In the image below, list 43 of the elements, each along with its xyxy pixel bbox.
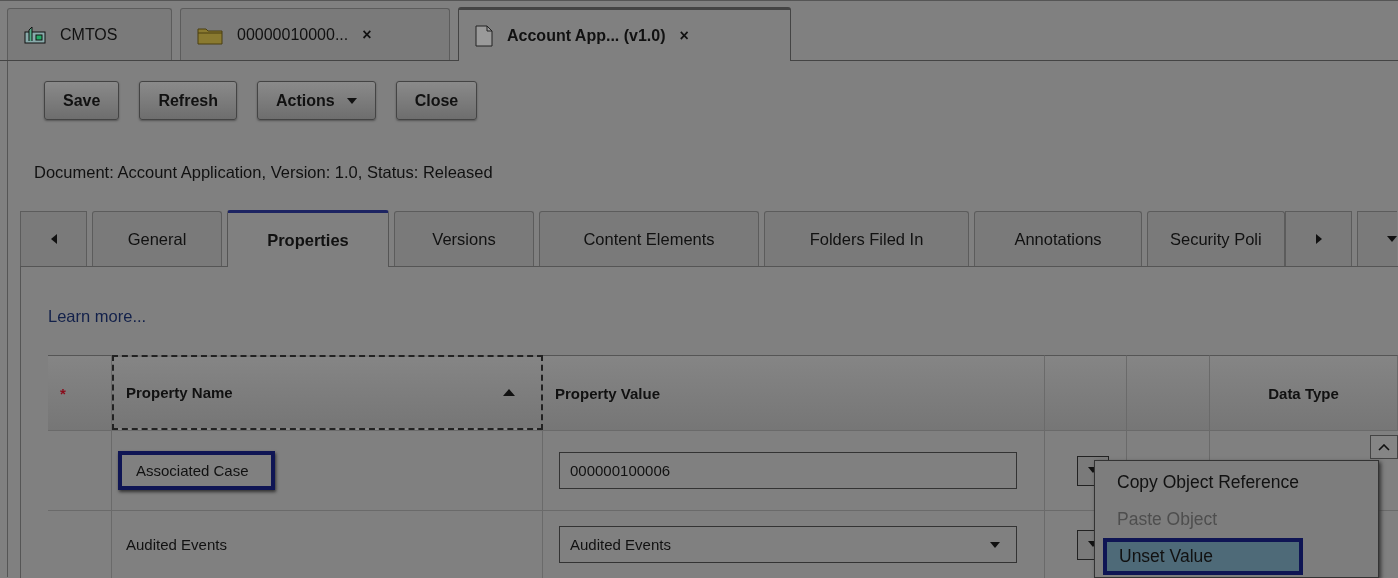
tab-label: CMTOS: [60, 25, 118, 44]
caret-icon: [990, 541, 1000, 548]
tab-label: Account App... (v1.0): [507, 26, 666, 45]
required-marker: *: [60, 384, 66, 402]
tab-label: 00000010000...: [237, 25, 349, 44]
left-arrow-icon: [50, 234, 57, 244]
column-title[interactable]: Property Value: [555, 384, 661, 402]
scroll-left-button[interactable]: [20, 211, 87, 266]
toolbar-button[interactable]: Refresh: [139, 81, 237, 120]
scroll-right-button[interactable]: [1285, 211, 1352, 266]
caret-icon: [346, 97, 357, 104]
dropdown-field[interactable]: Audited Events: [559, 526, 1017, 563]
column-title[interactable]: Property Name: [126, 384, 233, 401]
toolbar-button[interactable]: Close: [395, 81, 478, 120]
menu-item[interactable]: Copy Object Reference: [1095, 464, 1378, 501]
menu-button[interactable]: Actions: [256, 81, 376, 120]
right-arrow-icon: [1315, 234, 1322, 244]
menu-item[interactable]: Unset Value: [1103, 538, 1303, 575]
tab[interactable]: Content Elements: [539, 211, 759, 266]
highlighted-property-name: Associated Case: [118, 451, 275, 490]
document-tab[interactable]: Account App... (v1.0) ×: [458, 7, 791, 61]
learn-more-link[interactable]: Learn more...: [48, 307, 147, 326]
column-title[interactable]: Data Type: [1268, 384, 1339, 402]
toolbar-button[interactable]: Save: [44, 81, 120, 120]
text-field[interactable]: 000000100006: [559, 452, 1017, 489]
scroll-up-button[interactable]: [1370, 435, 1398, 459]
tab[interactable]: Security Poli: [1147, 211, 1285, 266]
tab[interactable]: Versions: [394, 211, 534, 266]
tab[interactable]: Folders Filed In: [764, 211, 969, 266]
document-icon: [475, 24, 493, 47]
caret-icon: [1387, 236, 1397, 242]
document-info: Document: Account Application, Version: 1.0, Status: Released: [34, 163, 493, 181]
document-tab[interactable]: CMTOS: [7, 8, 172, 60]
chevron-up-icon: [1378, 443, 1390, 451]
close-icon[interactable]: ×: [362, 25, 372, 44]
tab-list-button[interactable]: [1357, 211, 1397, 266]
close-icon[interactable]: ×: [679, 26, 689, 45]
property-name: Audited Events: [126, 536, 227, 553]
tab[interactable]: Properties: [227, 210, 389, 267]
tab[interactable]: General: [92, 211, 222, 266]
tab[interactable]: Annotations: [974, 211, 1142, 266]
app-icon: [24, 25, 46, 44]
document-tab[interactable]: 00000010000... ×: [180, 8, 450, 60]
